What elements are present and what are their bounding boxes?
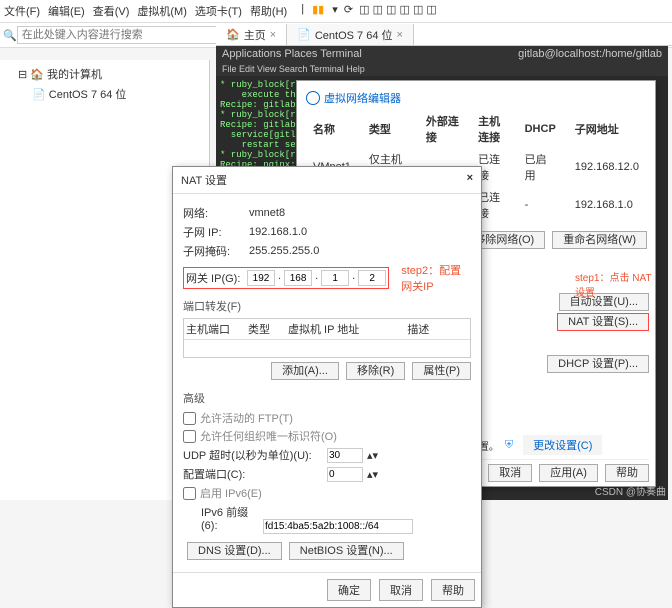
menu-help[interactable]: 帮助(H)	[250, 3, 287, 19]
pause-icon[interactable]: ▮▮	[312, 3, 324, 19]
gw-oct1[interactable]	[247, 270, 275, 286]
close-icon[interactable]: ×	[467, 172, 473, 188]
help-button[interactable]: 帮助	[605, 464, 649, 482]
netbios-settings-button[interactable]: NetBIOS 设置(N)...	[289, 542, 404, 560]
watermark: CSDN @协奏曲	[595, 483, 666, 498]
menu-edit[interactable]: 编辑(E)	[48, 3, 85, 19]
pf-remove-button[interactable]: 移除(R)	[346, 362, 405, 380]
pf-prop-button[interactable]: 属性(P)	[412, 362, 471, 380]
cancel-button[interactable]: 取消	[379, 579, 423, 601]
nat-settings-button[interactable]: NAT 设置(S)...	[557, 313, 649, 331]
step1-annotation: step1：点击 NAT设置	[575, 269, 659, 299]
pf-add-button[interactable]: 添加(A)...	[271, 362, 339, 380]
menu-view[interactable]: 查看(V)	[93, 3, 130, 19]
udp-timeout-input[interactable]	[327, 448, 363, 463]
search-icon: 🔍	[3, 29, 17, 42]
menu-vm[interactable]: 虚拟机(M)	[137, 3, 187, 19]
menu-file[interactable]: 文件(F)	[4, 3, 40, 19]
stepper-icon[interactable]: ▴▾	[367, 468, 378, 481]
stepper-icon[interactable]: ▴▾	[367, 449, 378, 462]
step2-annotation: step2：配置网关IP	[401, 262, 471, 294]
help-button[interactable]: 帮助	[431, 579, 475, 601]
gw-oct3[interactable]	[321, 270, 349, 286]
dialog-title: NAT 设置	[181, 172, 227, 188]
ftp-checkbox[interactable]	[183, 412, 196, 425]
ipv6-prefix-input[interactable]	[263, 519, 413, 534]
menu-tabs[interactable]: 选项卡(T)	[195, 3, 242, 19]
port-forward-table[interactable]: 主机端口类型虚拟机 IP 地址描述	[183, 318, 471, 358]
dns-settings-button[interactable]: DNS 设置(D)...	[187, 542, 282, 560]
gateway-ip-group: 网关 IP(G): . . .	[183, 267, 389, 289]
ipv6-checkbox[interactable]	[183, 487, 196, 500]
tab-centos[interactable]: 📄CentOS 7 64 位×	[287, 24, 414, 45]
subnet-ip: 192.168.1.0	[249, 226, 307, 238]
close-icon[interactable]: ×	[397, 29, 403, 41]
cancel-button[interactable]: 取消	[488, 464, 532, 482]
apply-button[interactable]: 应用(A)	[539, 464, 598, 482]
globe-icon	[306, 91, 320, 105]
tree-vm[interactable]: 📄 CentOS 7 64 位	[4, 84, 205, 104]
gw-oct4[interactable]	[358, 270, 386, 286]
config-port-input[interactable]	[327, 467, 363, 482]
tab-home[interactable]: 🏠主页×	[216, 24, 287, 45]
main-menubar: 文件(F) 编辑(E) 查看(V) 虚拟机(M) 选项卡(T) 帮助(H) | …	[0, 0, 672, 23]
change-settings-button[interactable]: 更改设置(C)	[523, 435, 602, 455]
anyorg-checkbox[interactable]	[183, 430, 196, 443]
tree-root[interactable]: ⊟ 🏠 我的计算机	[4, 64, 205, 84]
vm-tabs: 🏠主页× 📄CentOS 7 64 位×	[216, 24, 672, 46]
vnet-title: 虚拟网络编辑器	[303, 87, 649, 109]
gw-oct2[interactable]	[284, 270, 312, 286]
rename-network-button[interactable]: 重命名网络(W)	[552, 231, 647, 249]
ok-button[interactable]: 确定	[327, 579, 371, 601]
dhcp-settings-button[interactable]: DHCP 设置(P)...	[547, 355, 649, 373]
nat-settings-dialog: NAT 设置 × 网络:vmnet8 子网 IP:192.168.1.0 子网掩…	[172, 166, 482, 608]
close-icon[interactable]: ×	[270, 29, 276, 41]
subnet-mask: 255.255.255.0	[249, 245, 319, 257]
network-value: vmnet8	[249, 207, 285, 219]
toolbar-icons[interactable]: ▾ ⟳ ◫ ◫ ◫ ◫ ◫ ◫	[332, 3, 437, 19]
